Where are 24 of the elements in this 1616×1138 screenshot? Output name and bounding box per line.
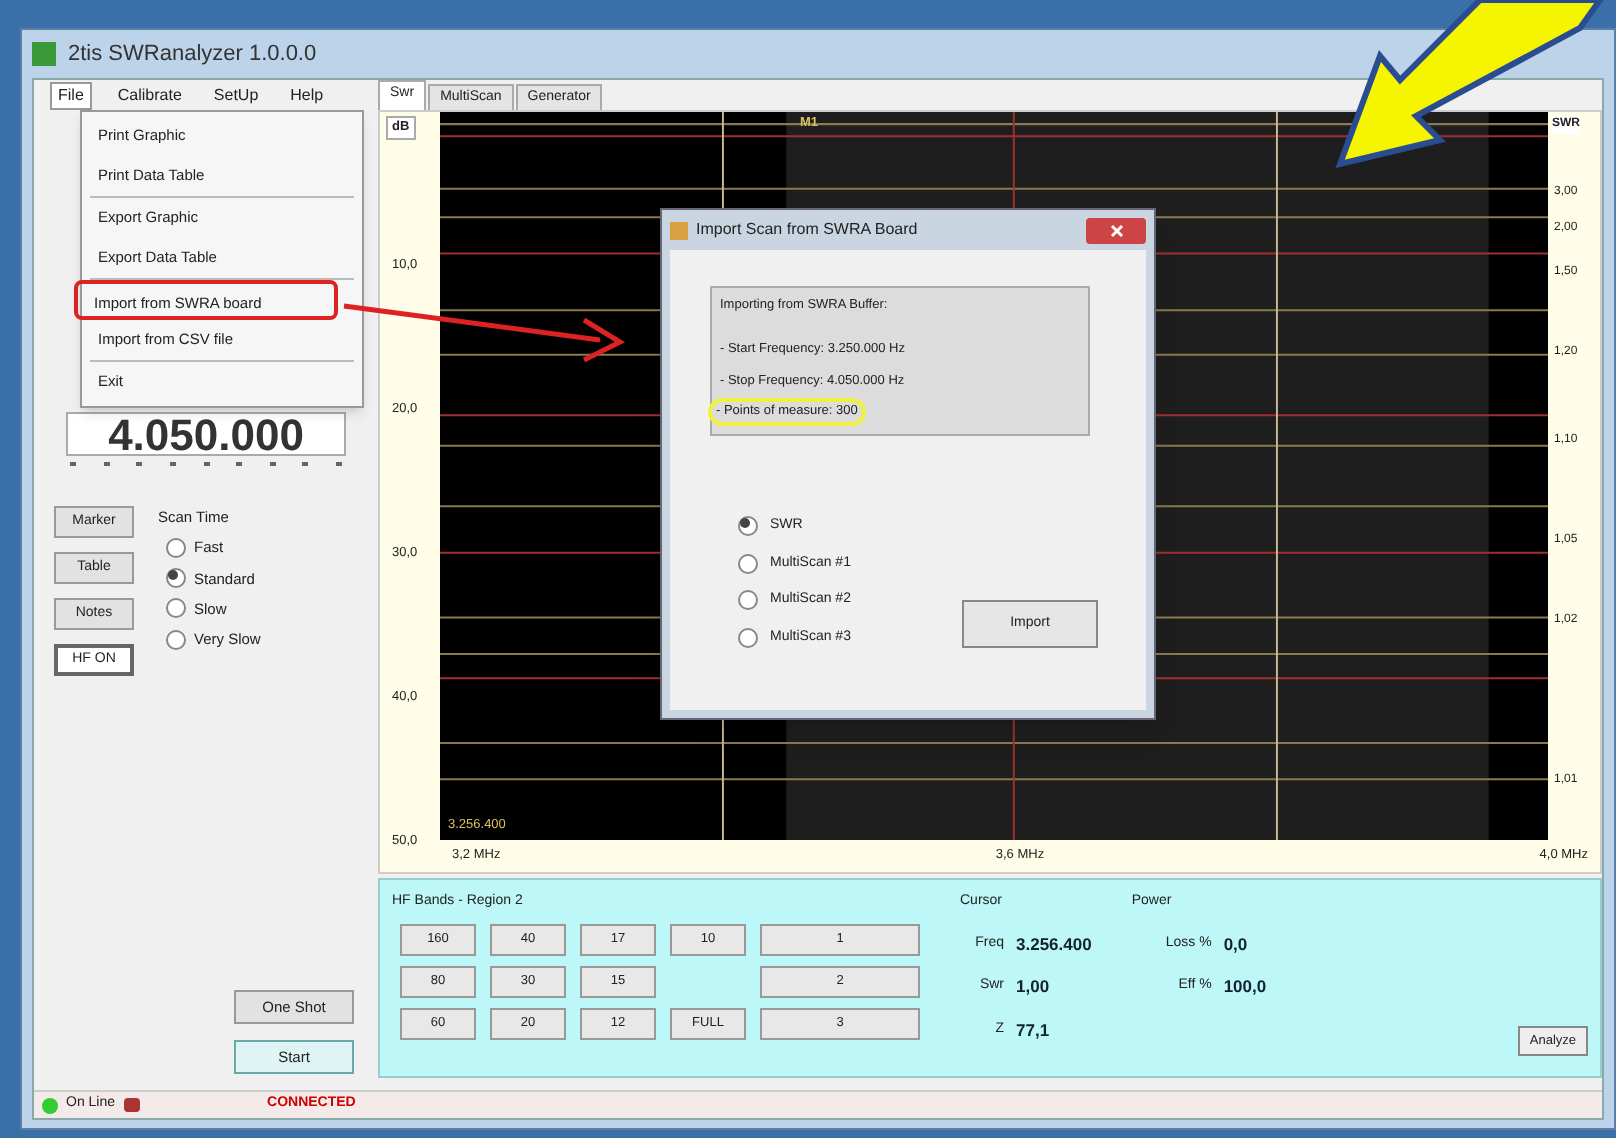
frequency-display: 4.050.000: [66, 412, 346, 456]
radio-button[interactable]: [166, 598, 186, 619]
menu-item[interactable]: Calibrate: [111, 84, 188, 108]
field-value: 1,00: [1016, 974, 1050, 1000]
app-icon: [670, 221, 688, 239]
radio-button[interactable]: [738, 627, 758, 648]
field-value: 3.256.400: [1016, 931, 1092, 957]
app-icon: [32, 42, 56, 66]
window-title: 2tis SWRanalyzer 1.0.0.0: [68, 39, 317, 70]
menu-item[interactable]: SetUp: [207, 84, 265, 108]
close-button[interactable]: [1086, 217, 1146, 243]
field-value: 0,0: [1223, 931, 1248, 957]
field-value: 100,0: [1223, 974, 1267, 1000]
radio-button[interactable]: [166, 568, 186, 589]
menu-item[interactable]: File: [50, 82, 92, 110]
menu-item[interactable]: Help: [284, 84, 330, 108]
radio-button[interactable]: [166, 537, 186, 558]
radio-button[interactable]: [738, 553, 758, 574]
field-value: 77,1: [1016, 1018, 1050, 1044]
radio-button[interactable]: [738, 516, 758, 537]
dialog-title: Import Scan from SWRA Board: [696, 218, 920, 242]
close-icon: [1109, 223, 1123, 237]
radio-button[interactable]: [166, 629, 186, 650]
radio-button[interactable]: [738, 590, 758, 611]
